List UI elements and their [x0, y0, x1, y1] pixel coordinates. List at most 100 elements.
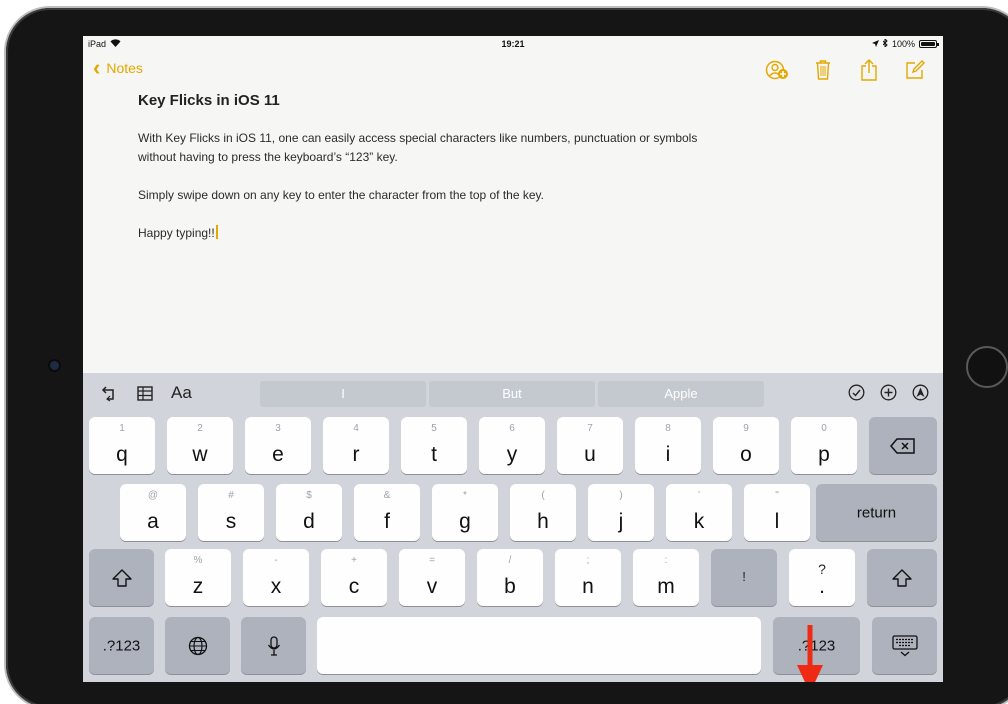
trash-icon[interactable]: [811, 59, 835, 81]
key-a[interactable]: @ a: [120, 484, 186, 541]
key-hint: =: [429, 555, 435, 566]
key-q[interactable]: 1q: [89, 417, 155, 474]
key-s[interactable]: # s: [198, 484, 264, 541]
note-paragraph: Simply swipe down on any key to enter th…: [138, 188, 544, 202]
key-d[interactable]: $ d: [276, 484, 342, 541]
shift-key-right[interactable]: [867, 549, 937, 606]
key-letter: s: [225, 510, 237, 533]
key-letter: b: [504, 575, 516, 598]
key-o[interactable]: 9o: [713, 417, 779, 474]
key-l[interactable]: " l: [744, 484, 810, 541]
chevron-left-icon: ‹: [93, 55, 101, 80]
key-letter: t: [431, 443, 437, 466]
key-letter: l: [774, 510, 780, 533]
numbers-label: .?123: [102, 637, 141, 654]
key-v[interactable]: = v: [399, 549, 465, 606]
key-hint: $: [306, 490, 312, 501]
suggestion-item[interactable]: I: [260, 381, 426, 407]
undo-icon[interactable]: [101, 383, 119, 403]
key-hint: 2: [197, 423, 203, 434]
exclamation-key[interactable]: !: [711, 549, 777, 606]
key-z[interactable]: % z: [165, 549, 231, 606]
space-key[interactable]: [317, 617, 761, 674]
key-hint: +: [351, 555, 357, 566]
key-hint: 5: [431, 423, 437, 434]
key-i[interactable]: 8i: [635, 417, 701, 474]
key-letter: o: [740, 443, 752, 466]
numbers-key-left[interactable]: .?123: [89, 617, 154, 674]
key-p[interactable]: 0p: [791, 417, 857, 474]
key-t[interactable]: 5t: [401, 417, 467, 474]
key-x[interactable]: -x: [243, 549, 309, 606]
table-icon[interactable]: [137, 383, 153, 403]
compose-icon[interactable]: [903, 59, 927, 81]
key-f[interactable]: & f: [354, 484, 420, 541]
battery-fill: [921, 42, 935, 46]
key-letter: c: [348, 575, 360, 598]
key-letter: .: [819, 575, 825, 598]
key-w[interactable]: 2w: [167, 417, 233, 474]
key-g[interactable]: * g: [432, 484, 498, 541]
swipe-down-arrow-icon: [797, 625, 823, 682]
question-key[interactable]: ?.: [789, 549, 855, 606]
key-k[interactable]: ’ k: [666, 484, 732, 541]
share-icon[interactable]: [857, 59, 881, 81]
delete-key[interactable]: [869, 417, 937, 474]
key-n[interactable]: ; n: [555, 549, 621, 606]
add-people-icon[interactable]: [765, 59, 789, 81]
shift-icon: [867, 568, 937, 587]
key-letter: m: [657, 575, 675, 598]
format-button[interactable]: Aa: [171, 383, 192, 403]
note-title: Key Flicks in iOS 11: [138, 92, 280, 109]
note-paragraph-last: Happy typing!!: [138, 224, 738, 243]
key-m[interactable]: :m: [633, 549, 699, 606]
shift-key-left[interactable]: [89, 549, 154, 606]
key-letter: y: [506, 443, 518, 466]
hide-keyboard-key[interactable]: [872, 617, 937, 674]
key-c[interactable]: + c: [321, 549, 387, 606]
delete-icon: [869, 437, 937, 454]
key-hint: ): [619, 490, 623, 501]
bluetooth-icon: [882, 37, 888, 49]
key-letter: i: [665, 443, 671, 466]
key-hint: 4: [353, 423, 359, 434]
key-hint: %: [193, 555, 203, 566]
camera: [50, 361, 59, 370]
nav-bar: ‹ Notes: [83, 56, 943, 84]
suggestion-item[interactable]: But: [429, 381, 595, 407]
key-letter: p: [818, 443, 830, 466]
key-hint: :: [664, 555, 668, 566]
checklist-icon[interactable]: [847, 383, 865, 401]
globe-key[interactable]: [165, 617, 230, 674]
key-h[interactable]: (h: [510, 484, 576, 541]
key-hint: ": [775, 490, 779, 501]
key-u[interactable]: 7u: [557, 417, 623, 474]
key-hint: /: [508, 555, 512, 566]
key-hint: !: [742, 569, 746, 584]
key-y[interactable]: 6y: [479, 417, 545, 474]
add-icon[interactable]: [879, 383, 897, 401]
key-hint: 0: [821, 423, 827, 434]
suggestion-item[interactable]: Apple: [598, 381, 764, 407]
return-key[interactable]: return: [816, 484, 937, 541]
key-letter: n: [582, 575, 594, 598]
back-button[interactable]: ‹ Notes: [93, 55, 143, 80]
key-letter: a: [147, 510, 159, 533]
key-r[interactable]: 4r: [323, 417, 389, 474]
key-letter: z: [192, 575, 204, 598]
key-hint: 7: [587, 423, 593, 434]
key-hint: *: [463, 490, 467, 501]
battery-icon: [919, 40, 939, 48]
key-letter: e: [272, 443, 284, 466]
key-b[interactable]: / b: [477, 549, 543, 606]
dictation-key[interactable]: [241, 617, 306, 674]
key-hint: 9: [743, 423, 749, 434]
key-j[interactable]: ) j: [588, 484, 654, 541]
markup-icon[interactable]: [911, 383, 929, 401]
note-body[interactable]: Key Flicks in iOS 11 With Key Flicks in …: [138, 92, 738, 262]
home-button[interactable]: [966, 346, 1008, 388]
key-letter: h: [537, 510, 549, 533]
key-e[interactable]: 3e: [245, 417, 311, 474]
key-hint: 1: [119, 423, 125, 434]
key-letter: d: [303, 510, 315, 533]
